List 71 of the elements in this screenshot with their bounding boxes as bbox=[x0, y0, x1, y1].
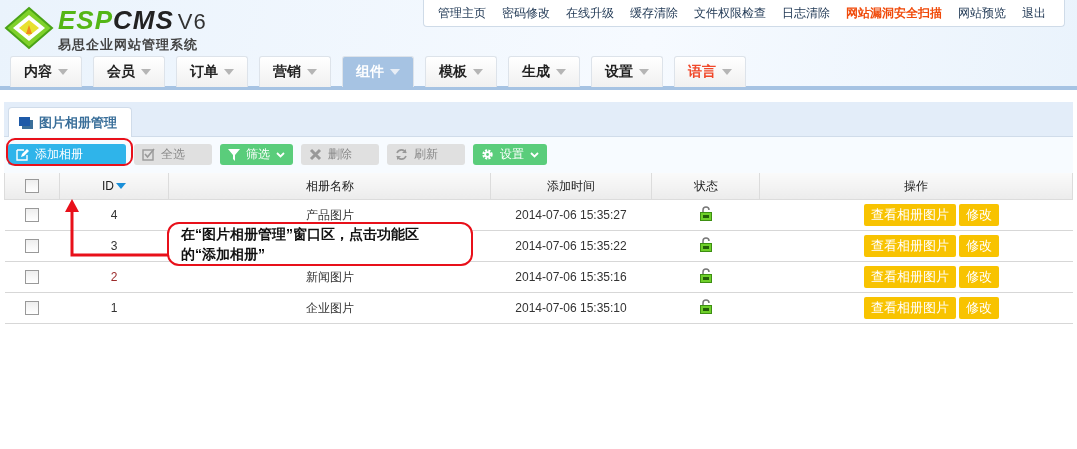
caret-icon bbox=[390, 69, 400, 75]
column-header: 添加时间 bbox=[547, 177, 595, 195]
unlocked-icon bbox=[699, 268, 712, 283]
table-cell: 3 bbox=[110, 239, 118, 253]
column-header: 相册名称 bbox=[305, 177, 354, 195]
edit-icon bbox=[16, 148, 29, 161]
logo-icon bbox=[4, 6, 54, 50]
table-cell: 企业图片 bbox=[305, 300, 354, 315]
top-link[interactable]: 网站漏洞安全扫描 bbox=[838, 4, 950, 22]
nav-tab[interactable]: 营销 bbox=[259, 56, 331, 87]
checkbox[interactable] bbox=[25, 270, 39, 285]
table-cell: 2014-07-06 15:35:22 bbox=[515, 239, 627, 253]
nav-tab[interactable]: 订单 bbox=[176, 56, 248, 87]
table-cell: 2 bbox=[110, 270, 118, 284]
table-cell: 2014-07-06 15:35:27 bbox=[515, 208, 627, 222]
caret-icon bbox=[224, 69, 234, 75]
top-link[interactable]: 网站预览 bbox=[950, 4, 1014, 22]
logo-text: CMS bbox=[113, 6, 174, 34]
close-icon bbox=[309, 148, 322, 161]
settings-icon bbox=[481, 148, 494, 161]
table-cell: 2014-07-06 15:35:10 bbox=[515, 301, 627, 315]
caret-icon bbox=[307, 69, 317, 75]
caret-icon bbox=[58, 69, 68, 75]
table-cell: 新闻图片 bbox=[305, 269, 354, 284]
unlocked-icon bbox=[699, 299, 712, 314]
callout-text: 在“图片相册管理”窗口区，点击功能区的“添加相册” bbox=[167, 222, 473, 266]
toolbar-button[interactable]: 全选 bbox=[134, 144, 212, 165]
top-link[interactable]: 缓存清除 bbox=[622, 4, 686, 22]
nav-tab[interactable]: 内容 bbox=[10, 56, 82, 87]
windows-icon bbox=[19, 116, 33, 129]
panel-tab[interactable]: 图片相册管理 bbox=[8, 107, 132, 137]
table-cell: 2014-07-06 15:35:16 bbox=[515, 270, 627, 284]
top-link[interactable]: 文件权限检查 bbox=[686, 4, 774, 22]
nav-tab[interactable]: 设置 bbox=[591, 56, 663, 87]
checkbox[interactable] bbox=[25, 239, 39, 254]
filter-icon bbox=[228, 148, 240, 161]
top-link[interactable]: 密码修改 bbox=[494, 4, 558, 22]
table-cell: 1 bbox=[110, 301, 118, 315]
caret-icon bbox=[141, 69, 151, 75]
checkbox[interactable] bbox=[25, 179, 39, 194]
top-link[interactable]: 退出 bbox=[1014, 4, 1054, 22]
toolbar-button[interactable]: 删除 bbox=[301, 144, 379, 165]
checkbox-icon bbox=[142, 148, 155, 161]
top-link[interactable]: 管理主页 bbox=[430, 4, 494, 22]
table-cell: 4 bbox=[110, 208, 118, 222]
caret-icon bbox=[473, 69, 483, 75]
logo-subtitle: 易思企业网站管理系统 bbox=[58, 36, 199, 54]
column-header: 操作 bbox=[904, 177, 928, 195]
caret-icon bbox=[556, 69, 566, 75]
table-cell: 产品图片 bbox=[305, 207, 354, 222]
nav-tab[interactable]: 生成 bbox=[508, 56, 580, 87]
column-header: 状态 bbox=[693, 177, 718, 195]
nav-tab[interactable]: 会员 bbox=[93, 56, 165, 87]
nav-tab[interactable]: 模板 bbox=[425, 56, 497, 87]
logo-text: ESP bbox=[58, 6, 114, 34]
toolbar-button[interactable]: 添加相册 bbox=[8, 144, 126, 165]
caret-icon bbox=[639, 69, 649, 75]
caret-icon bbox=[722, 69, 732, 75]
checkbox[interactable] bbox=[25, 208, 39, 223]
top-link[interactable]: 日志清除 bbox=[774, 4, 838, 22]
toolbar-button[interactable]: 筛选 bbox=[220, 144, 293, 165]
unlocked-icon bbox=[699, 206, 712, 221]
toolbar-button[interactable]: 设置 bbox=[473, 144, 547, 165]
column-header: ID bbox=[102, 179, 126, 193]
version-label: V6 bbox=[177, 8, 207, 36]
refresh-icon bbox=[395, 148, 408, 161]
toolbar-button[interactable]: 刷新 bbox=[387, 144, 465, 165]
nav-tab[interactable]: 语言 bbox=[674, 56, 746, 87]
top-link[interactable]: 在线升级 bbox=[558, 4, 622, 22]
unlocked-icon bbox=[699, 237, 712, 252]
checkbox[interactable] bbox=[25, 301, 39, 316]
